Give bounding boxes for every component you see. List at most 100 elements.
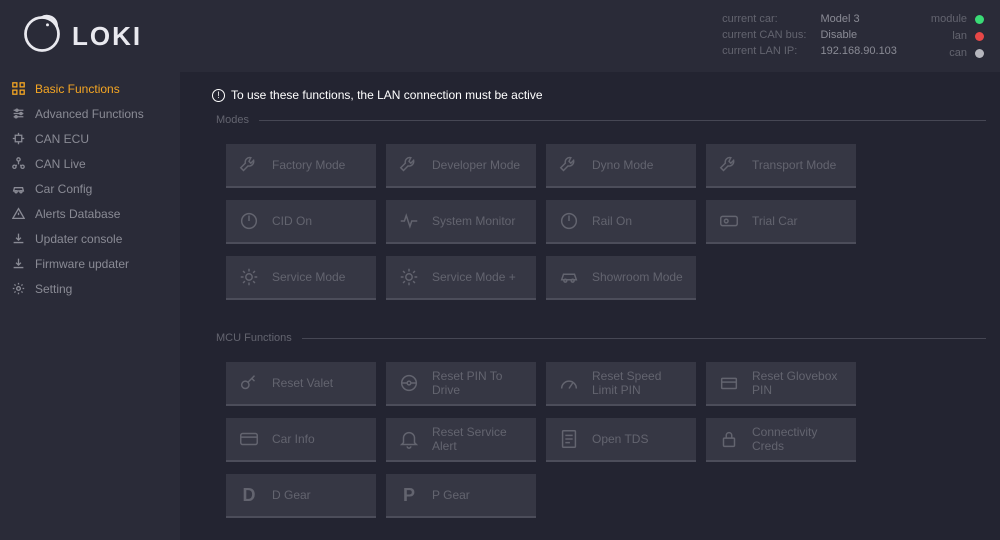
tile-service-mode-plus[interactable]: Service Mode + xyxy=(386,256,536,300)
tile-cid-on[interactable]: CID On xyxy=(226,200,376,244)
tile-label: Transport Mode xyxy=(752,158,836,172)
sidebar-item-label: CAN ECU xyxy=(35,132,89,146)
power-icon xyxy=(238,210,260,232)
led-label-lan: lan xyxy=(931,30,967,42)
tile-label: D Gear xyxy=(272,488,311,502)
tile-label: Reset PIN To Drive xyxy=(432,369,524,398)
section-title-text: MCU Functions xyxy=(216,332,292,344)
sidebar-item-firmware-updater[interactable]: Firmware updater xyxy=(0,251,180,276)
ticket-icon xyxy=(718,210,740,232)
alert-icon xyxy=(12,207,25,220)
tile-reset-glovebox-pin[interactable]: Reset Glovebox PIN xyxy=(706,362,856,406)
tile-developer-mode[interactable]: Developer Mode xyxy=(386,144,536,188)
sidebar-item-car-config[interactable]: Car Config xyxy=(0,176,180,201)
letter-p-icon: P xyxy=(398,485,420,506)
tile-label: Reset Glovebox PIN xyxy=(752,369,844,398)
tile-label: Service Mode xyxy=(272,270,345,284)
tile-d-gear[interactable]: D D Gear xyxy=(226,474,376,518)
tile-showroom-mode[interactable]: Showroom Mode xyxy=(546,256,696,300)
car-icon xyxy=(12,182,25,195)
section-title-mcu: MCU Functions xyxy=(216,332,986,344)
body: Basic Functions Advanced Functions CAN E… xyxy=(0,72,1000,540)
tile-label: Reset Speed Limit PIN xyxy=(592,369,684,398)
notice-text: To use these functions, the LAN connecti… xyxy=(231,88,543,102)
tile-reset-valet[interactable]: Reset Valet xyxy=(226,362,376,406)
led-can-icon xyxy=(975,49,984,58)
led-label-module: module xyxy=(931,13,967,25)
tile-label: Rail On xyxy=(592,214,632,228)
tile-label: Developer Mode xyxy=(432,158,520,172)
section-title-modes: Modes xyxy=(216,114,986,126)
tile-service-mode[interactable]: Service Mode xyxy=(226,256,376,300)
document-icon xyxy=(558,428,580,450)
tile-label: Service Mode + xyxy=(432,270,516,284)
tile-p-gear[interactable]: P P Gear xyxy=(386,474,536,518)
sidebar-item-setting[interactable]: Setting xyxy=(0,276,180,301)
tile-transport-mode[interactable]: Transport Mode xyxy=(706,144,856,188)
sidebar-item-label: Setting xyxy=(35,282,72,296)
status-leds: module lan can xyxy=(931,13,984,59)
lock-icon xyxy=(718,428,740,450)
sidebar-item-basic-functions[interactable]: Basic Functions xyxy=(0,76,180,101)
value-current-ip: 192.168.90.103 xyxy=(820,45,896,57)
tile-label: Reset Valet xyxy=(272,376,333,390)
notice-banner: ! To use these functions, the LAN connec… xyxy=(212,88,986,102)
tile-reset-service-alert[interactable]: Reset Service Alert xyxy=(386,418,536,462)
card-icon xyxy=(238,428,260,450)
sidebar-item-label: Firmware updater xyxy=(35,257,129,271)
tile-car-info[interactable]: Car Info xyxy=(226,418,376,462)
label-current-ip: current LAN IP: xyxy=(722,45,806,57)
tile-system-monitor[interactable]: System Monitor xyxy=(386,200,536,244)
top-bar: LOKI current car: Model 3 current CAN bu… xyxy=(0,0,1000,72)
gauge-icon xyxy=(558,372,580,394)
gear-icon xyxy=(12,282,25,295)
modes-grid: Factory Mode Developer Mode Dyno Mode Tr… xyxy=(226,144,986,300)
status-kv: current car: Model 3 current CAN bus: Di… xyxy=(722,13,897,57)
gear-icon xyxy=(398,266,420,288)
tile-label: System Monitor xyxy=(432,214,515,228)
wrench-icon xyxy=(718,154,740,176)
wrench-icon xyxy=(238,154,260,176)
letter-d-icon: D xyxy=(238,485,260,506)
download-icon xyxy=(12,232,25,245)
sidebar-item-updater-console[interactable]: Updater console xyxy=(0,226,180,251)
tile-reset-speed-limit-pin[interactable]: Reset Speed Limit PIN xyxy=(546,362,696,406)
status-block: current car: Model 3 current CAN bus: Di… xyxy=(722,13,984,59)
sidebar-item-advanced-functions[interactable]: Advanced Functions xyxy=(0,101,180,126)
tile-trial-car[interactable]: Trial Car xyxy=(706,200,856,244)
sliders-icon xyxy=(12,107,25,120)
network-icon xyxy=(12,157,25,170)
activity-icon xyxy=(398,210,420,232)
brand: LOKI xyxy=(20,12,142,61)
tile-rail-on[interactable]: Rail On xyxy=(546,200,696,244)
mcu-grid: Reset Valet Reset PIN To Drive Reset Spe… xyxy=(226,362,986,518)
sidebar-item-label: CAN Live xyxy=(35,157,86,171)
sidebar-item-label: Updater console xyxy=(35,232,122,246)
wrench-icon xyxy=(398,154,420,176)
bell-icon xyxy=(398,428,420,450)
steering-icon xyxy=(398,372,420,394)
tile-connectivity-creds[interactable]: Connectivity Creds xyxy=(706,418,856,462)
sidebar-item-can-ecu[interactable]: CAN ECU xyxy=(0,126,180,151)
tile-open-tds[interactable]: Open TDS xyxy=(546,418,696,462)
tile-label: P Gear xyxy=(432,488,470,502)
led-module-icon xyxy=(975,15,984,24)
sidebar-item-alerts-database[interactable]: Alerts Database xyxy=(0,201,180,226)
tile-label: Dyno Mode xyxy=(592,158,653,172)
section-title-text: Modes xyxy=(216,114,249,126)
wrench-icon xyxy=(558,154,580,176)
sidebar-item-label: Basic Functions xyxy=(35,82,120,96)
car-icon xyxy=(558,266,580,288)
tile-label: Showroom Mode xyxy=(592,270,683,284)
tile-label: Reset Service Alert xyxy=(432,425,524,454)
power-icon xyxy=(558,210,580,232)
led-lan-icon xyxy=(975,32,984,41)
tile-reset-pin-to-drive[interactable]: Reset PIN To Drive xyxy=(386,362,536,406)
info-icon: ! xyxy=(212,89,225,102)
tile-label: Connectivity Creds xyxy=(752,425,844,454)
download-icon xyxy=(12,257,25,270)
sidebar-item-can-live[interactable]: CAN Live xyxy=(0,151,180,176)
tile-dyno-mode[interactable]: Dyno Mode xyxy=(546,144,696,188)
tile-factory-mode[interactable]: Factory Mode xyxy=(226,144,376,188)
tile-label: CID On xyxy=(272,214,312,228)
